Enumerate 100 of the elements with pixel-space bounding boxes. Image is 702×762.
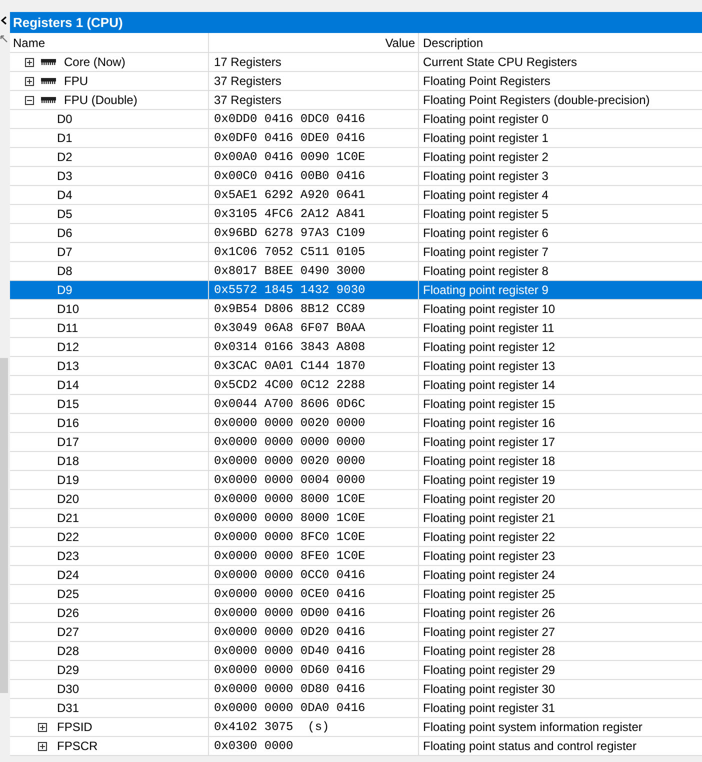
table-row[interactable]: FPSID 0x4102 3075 (s) Floating point system information register: [10, 718, 702, 737]
table-row[interactable]: D31 0x0000 0000 0DA0 0416 Floating point register 31: [10, 699, 702, 718]
register-name: D11: [57, 320, 78, 337]
register-name: D20: [57, 491, 80, 508]
register-description: Floating point register 16: [423, 415, 556, 432]
table-row[interactable]: Core (Now) 17 Registers Current State CPU Registers: [10, 53, 702, 72]
table-row[interactable]: D12 0x0314 0166 3843 A808 Floating point register 12: [10, 338, 702, 357]
table-row[interactable]: D29 0x0000 0000 0D60 0416 Floating point register 29: [10, 661, 702, 680]
table-row[interactable]: D5 0x3105 4FC6 2A12 A841 Floating point register 5: [10, 205, 702, 224]
table-row[interactable]: D2 0x00A0 0416 0090 1C0E Floating point register 2: [10, 148, 702, 167]
table-row[interactable]: FPU 37 Registers Floating Point Registers: [10, 72, 702, 91]
table-row[interactable]: D26 0x0000 0000 0D00 0416 Floating point register 26: [10, 604, 702, 623]
register-value: 0x0000 0000 8000 1C0E: [214, 491, 366, 508]
register-description: Floating point register 3: [423, 168, 548, 185]
register-name: D30: [57, 681, 80, 698]
register-name: D25: [57, 586, 80, 603]
table-row[interactable]: D1 0x0DF0 0416 0DE0 0416 Floating point register 1: [10, 129, 702, 148]
register-name: D24: [57, 567, 80, 584]
register-description: Floating point register 29: [423, 662, 556, 679]
register-name: D9: [57, 282, 72, 299]
register-description: Floating point system information register: [423, 719, 642, 736]
table-row[interactable]: D9 0x5572 1845 1432 9030 Floating point register 9: [10, 281, 702, 300]
register-value: 0x0314 0166 3843 A808: [214, 339, 366, 356]
table-row[interactable]: D4 0x5AE1 6292 A920 0641 Floating point register 4: [10, 186, 702, 205]
register-description: Floating point register 27: [423, 624, 556, 641]
register-value: 0x9B54 D806 8B12 CC89: [214, 301, 366, 318]
column-header[interactable]: Description: [423, 34, 484, 52]
table-row[interactable]: D22 0x0000 0000 8FC0 1C0E Floating point register 22: [10, 528, 702, 547]
scrollbar-thumb[interactable]: [0, 358, 8, 693]
register-name: D19: [57, 472, 80, 489]
table-row[interactable]: D3 0x00C0 0416 00B0 0416 Floating point register 3: [10, 167, 702, 186]
register-name: D3: [57, 168, 72, 185]
table-row[interactable]: D24 0x0000 0000 0CC0 0416 Floating point register 24: [10, 566, 702, 585]
register-description: Floating point register 20: [423, 491, 556, 508]
table-row[interactable]: D10 0x9B54 D806 8B12 CC89 Floating point register 10: [10, 300, 702, 319]
register-name: D26: [57, 605, 80, 622]
table-row[interactable]: D18 0x0000 0000 0020 0000 Floating point register 18: [10, 452, 702, 471]
register-description: Floating point register 6: [423, 225, 548, 242]
register-description: Floating point status and control register: [423, 738, 636, 755]
table-row[interactable]: D19 0x0000 0000 0004 0000 Floating point register 19: [10, 471, 702, 490]
chip-icon: [41, 78, 56, 84]
register-name: D29: [57, 662, 80, 679]
collapse-icon[interactable]: [25, 96, 34, 104]
table-row[interactable]: D16 0x0000 0000 0020 0000 Floating point register 16: [10, 414, 702, 433]
register-description: Floating point register 5: [423, 206, 548, 223]
register-value: 0x0000 0000 8FE0 1C0E: [214, 548, 366, 565]
register-value: 0x0000 0000 8FC0 1C0E: [214, 529, 366, 546]
register-value: 0x0000 0000 0020 0000: [214, 415, 366, 432]
register-description: Floating Point Registers: [423, 73, 550, 90]
register-name: D13: [57, 358, 80, 375]
register-description: Floating point register 4: [423, 187, 548, 204]
register-description: Floating point register 0: [423, 111, 548, 128]
table-row[interactable]: D21 0x0000 0000 8000 1C0E Floating point register 21: [10, 509, 702, 528]
table-row[interactable]: D25 0x0000 0000 0CE0 0416 Floating point register 25: [10, 585, 702, 604]
table-row[interactable]: FPU (Double) 37 Registers Floating Point Registers (double-precision): [10, 91, 702, 110]
expand-icon[interactable]: [38, 742, 47, 750]
collapse-icon[interactable]: [0, 16, 8, 25]
register-name: D16: [57, 415, 80, 432]
expand-icon[interactable]: [25, 76, 34, 86]
register-name: D22: [57, 529, 80, 546]
table-row[interactable]: D23 0x0000 0000 8FE0 1C0E Floating point register 23: [10, 547, 702, 566]
table-row[interactable]: D20 0x0000 0000 8000 1C0E Floating point register 20: [10, 490, 702, 509]
table-row[interactable]: D30 0x0000 0000 0D80 0416 Floating point register 30: [10, 680, 702, 699]
register-value: 17 Registers: [214, 54, 282, 71]
register-value: 0x0DD0 0416 0DC0 0416: [214, 111, 366, 128]
register-description: Floating point register 24: [423, 567, 556, 584]
register-value: 0x0000 0000 0CC0 0416: [214, 567, 366, 584]
expand-icon[interactable]: [38, 722, 47, 732]
register-description: Floating point register 25: [423, 586, 556, 603]
register-description: Floating point register 28: [423, 643, 556, 660]
register-description: Floating point register 21: [423, 510, 556, 527]
table-row[interactable]: D27 0x0000 0000 0D20 0416 Floating point register 27: [10, 623, 702, 642]
register-name: D17: [57, 434, 80, 451]
register-value: 0x0000 0000 0DA0 0416: [214, 700, 366, 717]
expand-icon[interactable]: [25, 58, 34, 66]
register-name: D7: [57, 244, 72, 261]
register-value: 37 Registers: [214, 92, 282, 109]
table-row[interactable]: D11 0x3049 06A8 6F07 B0AA Floating point register 11: [10, 319, 702, 338]
register-description: Floating point register 23: [423, 548, 556, 565]
column-header[interactable]: Value: [385, 34, 415, 52]
register-value: 0x1C06 7052 C511 0105: [214, 244, 366, 261]
table-row[interactable]: FPSCR 0x0300 0000 Floating point status and control register: [10, 737, 702, 756]
table-row[interactable]: D7 0x1C06 7052 C511 0105 Floating point register 7: [10, 243, 702, 262]
register-value: 0x0300 0000: [214, 738, 294, 755]
register-name: D21: [57, 510, 80, 527]
register-description: Floating point register 7: [423, 244, 548, 261]
register-value: 0x0000 0000 0020 0000: [214, 453, 366, 470]
register-name: D23: [57, 548, 80, 565]
register-name: D12: [57, 339, 80, 356]
register-value: 0x0000 0000 0004 0000: [214, 472, 366, 489]
register-value: 0x5572 1845 1432 9030: [214, 282, 366, 299]
column-header[interactable]: Name: [13, 34, 46, 52]
table-row[interactable]: D13 0x3CAC 0A01 C144 1870 Floating point register 13: [10, 357, 702, 376]
table-row[interactable]: D28 0x0000 0000 0D40 0416 Floating point register 28: [10, 642, 702, 661]
table-row[interactable]: D17 0x0000 0000 0000 0000 Floating point register 17: [10, 433, 702, 452]
table-row[interactable]: D6 0x96BD 6278 97A3 C109 Floating point register 6: [10, 224, 702, 243]
register-value: 0x5AE1 6292 A920 0641: [214, 187, 366, 204]
table-row[interactable]: D0 0x0DD0 0416 0DC0 0416 Floating point register 0: [10, 110, 702, 129]
table-row[interactable]: D15 0x0044 A700 8606 0D6C Floating point register 15: [10, 395, 702, 414]
table-row[interactable]: D14 0x5CD2 4C00 0C12 2288 Floating point register 14: [10, 376, 702, 395]
